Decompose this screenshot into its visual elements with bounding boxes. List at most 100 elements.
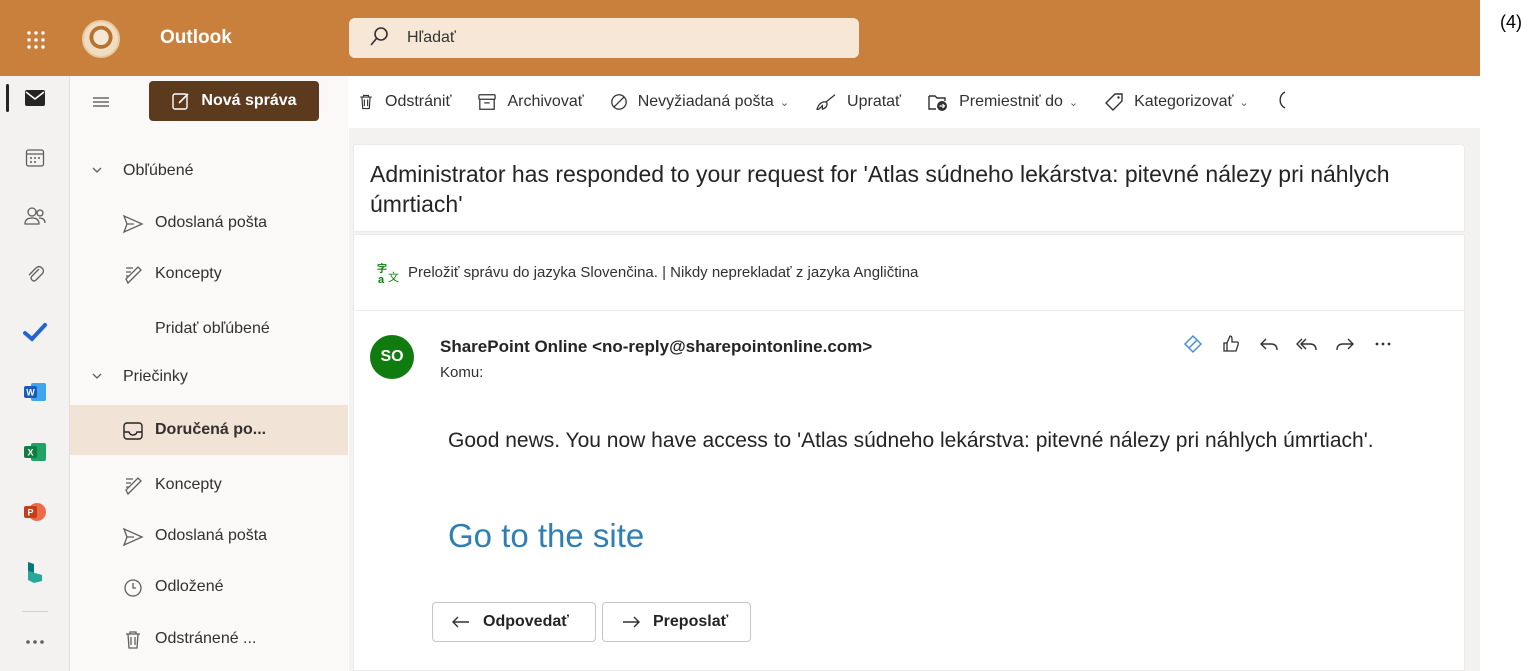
top-bar: Outlook xyxy=(0,0,1480,76)
go-to-site-link[interactable]: Go to the site xyxy=(448,517,644,555)
favorite-item-label: Odoslaná pošta xyxy=(155,214,268,231)
junk-button[interactable]: Nevyžiadaná pošta ⌄ xyxy=(610,82,789,122)
chevron-down-icon xyxy=(92,167,102,173)
loop-icon[interactable] xyxy=(1174,329,1212,359)
powerpoint-icon[interactable]: P xyxy=(10,492,60,532)
trash-icon xyxy=(360,94,372,110)
folders-label: Priečinky xyxy=(123,368,188,385)
message-subject: Administrator has responded to your requ… xyxy=(370,161,1390,217)
sweep-button[interactable]: Upratať xyxy=(815,82,901,122)
search-icon xyxy=(370,27,388,46)
organization-logo[interactable] xyxy=(82,20,120,58)
forward-icon xyxy=(623,616,640,628)
archive-icon xyxy=(478,94,497,110)
broom-icon xyxy=(816,94,836,111)
overflow-clock-icon[interactable] xyxy=(1273,90,1291,115)
calendar-icon[interactable] xyxy=(10,138,60,178)
app-title[interactable]: Outlook xyxy=(160,27,232,49)
compose-icon xyxy=(172,93,189,110)
categorize-button[interactable]: Kategorizovať ⌄ xyxy=(1104,82,1249,122)
delete-label: Odstrániť xyxy=(385,93,452,110)
chevron-down-icon: ⌄ xyxy=(779,96,790,109)
favorite-item-label: Koncepty xyxy=(155,265,222,282)
reply-icon xyxy=(452,616,469,628)
translate-bar: 字 a 文 Preložiť správu do jazyka Slovenči… xyxy=(354,235,1464,311)
tag-icon xyxy=(1105,93,1123,111)
to-label: Komu: xyxy=(440,364,484,381)
reply-label: Odpovedať xyxy=(483,613,569,630)
folder-item-label: Odstránené ... xyxy=(155,630,257,647)
command-toolbar: Odstrániť Archivovať Nevyžiadaná pošta ⌄… xyxy=(349,76,1480,128)
avatar[interactable]: SO xyxy=(370,335,414,379)
draft-icon xyxy=(125,266,142,285)
translate-icon: 字 a 文 xyxy=(377,262,399,285)
people-icon[interactable] xyxy=(10,196,60,236)
move-label: Premiestniť do xyxy=(959,93,1063,110)
folder-item-snoozed[interactable]: Odložené xyxy=(70,562,348,612)
move-to-button[interactable]: Premiestniť do ⌄ xyxy=(927,82,1078,122)
add-favorite-label: Pridať obľúbené xyxy=(155,320,270,337)
more-apps-icon[interactable] xyxy=(10,622,60,662)
mail-icon[interactable] xyxy=(6,78,60,118)
folder-item-label: Doručená po... xyxy=(155,421,267,438)
favorites-header[interactable]: Obľúbené xyxy=(70,146,348,196)
hamburger-menu-icon[interactable] xyxy=(90,92,112,112)
favorite-item-sent[interactable]: Odoslaná pošta xyxy=(70,198,348,248)
folder-item-label: Odoslaná pošta xyxy=(155,527,268,544)
favorites-label: Obľúbené xyxy=(123,162,194,179)
folders-header[interactable]: Priečinky xyxy=(70,352,348,402)
archive-button[interactable]: Archivovať xyxy=(477,82,584,122)
word-icon[interactable]: W xyxy=(10,372,60,412)
add-favorite-link[interactable]: Pridať obľúbené xyxy=(70,304,348,354)
archive-label: Archivovať xyxy=(507,93,584,110)
reading-pane: Administrator has responded to your requ… xyxy=(349,128,1480,671)
folder-item-inbox[interactable]: Doručená po... xyxy=(70,405,348,455)
categorize-label: Kategorizovať xyxy=(1134,93,1234,110)
message-body: Good news. You now have access to 'Atlas… xyxy=(448,429,1374,452)
todo-icon[interactable] xyxy=(10,312,60,352)
more-actions-icon[interactable] xyxy=(1364,329,1402,359)
folder-item-sent[interactable]: Odoslaná pošta xyxy=(70,511,348,561)
rail-divider xyxy=(22,611,48,612)
excel-icon[interactable]: X xyxy=(10,432,60,472)
folder-item-deleted[interactable]: Odstránené ... xyxy=(70,614,348,664)
search-box[interactable] xyxy=(349,18,859,58)
page-number: (4) xyxy=(1500,12,1522,32)
send-icon xyxy=(122,214,144,234)
message-card: 字 a 文 Preložiť správu do jazyka Slovenči… xyxy=(353,234,1465,671)
move-folder-icon xyxy=(928,95,948,111)
favorite-item-drafts[interactable]: Koncepty xyxy=(70,249,348,299)
sender-name[interactable]: SharePoint Online <no-reply@sharepointon… xyxy=(440,337,872,357)
new-message-button[interactable]: Nová správa xyxy=(149,81,319,121)
reply-button[interactable]: Odpovedať xyxy=(432,602,596,642)
bookings-icon[interactable] xyxy=(10,552,60,592)
svg-text:文: 文 xyxy=(388,270,399,284)
forward-button[interactable]: Preposlať xyxy=(602,602,751,642)
search-input[interactable] xyxy=(407,18,837,58)
message-actions xyxy=(1174,329,1402,359)
svg-text:W: W xyxy=(26,388,35,398)
folder-item-label: Odložené xyxy=(155,578,224,595)
forward-label: Preposlať xyxy=(653,613,729,630)
forward-icon[interactable] xyxy=(1326,329,1364,359)
like-icon[interactable] xyxy=(1212,329,1250,359)
delete-button[interactable]: Odstrániť xyxy=(357,82,451,122)
svg-text:P: P xyxy=(27,508,33,518)
attachment-icon[interactable] xyxy=(10,254,60,294)
folder-item-drafts[interactable]: Koncepty xyxy=(70,460,348,510)
chevron-down-icon: ⌄ xyxy=(1068,96,1079,109)
sweep-label: Upratať xyxy=(847,93,902,110)
app-rail: W X P xyxy=(0,76,70,671)
translate-text[interactable]: Preložiť správu do jazyka Slovenčina. | … xyxy=(408,264,918,281)
chevron-down-icon xyxy=(92,373,102,379)
svg-text:a: a xyxy=(378,274,385,285)
reply-icon[interactable] xyxy=(1250,329,1288,359)
clock-icon xyxy=(124,579,142,597)
app-launcher-icon[interactable] xyxy=(18,22,54,58)
junk-label: Nevyžiadaná pošta xyxy=(637,93,774,110)
block-icon xyxy=(610,94,627,110)
folder-item-label: Koncepty xyxy=(155,476,222,493)
send-icon xyxy=(122,527,144,547)
reply-all-icon[interactable] xyxy=(1288,329,1326,359)
inbox-icon xyxy=(123,422,143,440)
